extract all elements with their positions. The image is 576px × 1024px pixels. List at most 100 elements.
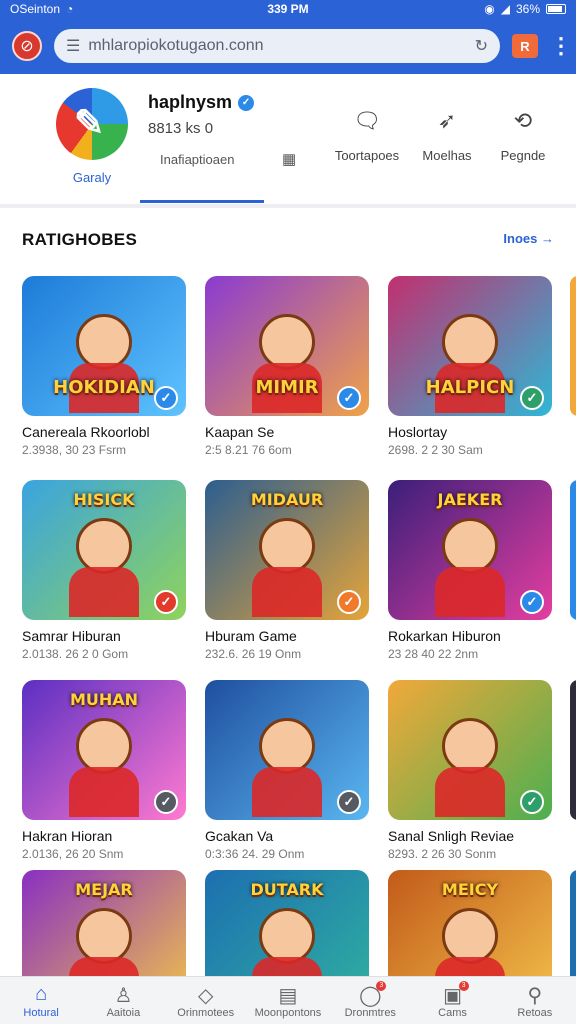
game-title[interactable]: Hburam Game: [205, 628, 369, 644]
nav-item-calculator[interactable]: ▤ Moonpontons: [247, 977, 329, 1024]
nav-item-user[interactable]: ♙ Aaitoia: [82, 977, 164, 1024]
search-icon: ⚲: [527, 985, 543, 1007]
game-card[interactable]: MIDAUR ✓ Hburam Game 232.6. 26 19 Onm: [205, 480, 369, 661]
site-settings-icon[interactable]: ⊘: [12, 31, 42, 61]
game-title[interactable]: Canereala Rkoorlobl: [22, 424, 186, 440]
nav-item-diamond[interactable]: ◇ Orinmotees: [165, 977, 247, 1024]
character-illustration: [69, 908, 139, 1007]
game-thumbnail[interactable]: ✓: [388, 680, 552, 820]
home-icon: ⌂: [35, 983, 48, 1005]
game-title[interactable]: Rokarkan Hiburon: [388, 628, 552, 644]
game-title[interactable]: Samrar Hiburan: [22, 628, 186, 644]
game-card[interactable]: ✓ Gcakan Va 0:3:36 24. 29 Onm: [205, 680, 369, 861]
check-badge-icon[interactable]: ✓: [520, 790, 544, 814]
action-label: Moelhas: [422, 148, 472, 163]
game-meta: 2:5 8.21 76 6om: [205, 443, 292, 457]
profile-tab[interactable]: Inafiaptioaen: [160, 152, 234, 167]
nav-label: Dronmtres: [344, 1007, 396, 1019]
check-badge-icon[interactable]: ✓: [337, 790, 361, 814]
game-card[interactable]: HALPICN ✓ Hoslortay 2698. 2 2 30 Sam: [388, 276, 552, 457]
game-title[interactable]: Kaapan Se: [205, 424, 369, 440]
game-thumbnail[interactable]: MIDAUR ✓: [205, 480, 369, 620]
section-title: RATIGHOBES: [22, 230, 138, 249]
game-title[interactable]: Hakran Hioran: [22, 828, 186, 844]
calculator-icon: ▤: [278, 985, 298, 1007]
action-reply[interactable]: ⟲ Pegnde: [486, 108, 560, 163]
game-card[interactable]: HOKIDIAN ✓ Canereala Rkoorlobl 2.3938, 30 2…: [22, 276, 186, 457]
game-card[interactable]: HISICK ✓ Samrar Hiburan 2.0138. 26 2 0 Gom: [22, 480, 186, 661]
address-bar[interactable]: ☰ mhlaropiokotugaon.conn ↻: [54, 29, 500, 63]
active-tab-indicator: [140, 200, 264, 203]
share-icon: ➶: [437, 108, 457, 133]
game-card[interactable]: MUHAN ✓ Hakran Hioran 2.0136, 26 20 Snm: [22, 680, 186, 861]
game-thumbnail[interactable]: MUHAN ✓: [22, 680, 186, 820]
url-text[interactable]: mhlaropiokotugaon.conn: [88, 37, 466, 55]
game-title[interactable]: Sanal Snligh Reviae: [388, 828, 552, 844]
peek-card[interactable]: [570, 680, 576, 820]
nav-label: Retoas: [517, 1007, 553, 1019]
game-logo-text: MEICY: [441, 880, 499, 899]
game-thumbnail[interactable]: MIMIR ✓: [205, 276, 369, 416]
game-meta: 2698. 2 2 30 Sam: [388, 443, 483, 457]
extension-icon[interactable]: R: [512, 34, 538, 58]
game-thumbnail[interactable]: HOKIDIAN ✓: [22, 276, 186, 416]
action-share[interactable]: ➶ Moelhas: [410, 108, 484, 163]
game-card[interactable]: MIMIR ✓ Kaapan Se 2:5 8.21 76 6om: [205, 276, 369, 457]
nav-item-search[interactable]: ⚲ Retoas: [494, 977, 576, 1024]
check-badge-icon[interactable]: ✓: [154, 790, 178, 814]
game-title[interactable]: Gcakan Va: [205, 828, 369, 844]
nav-item-calendar[interactable]: ▣ Cams 3: [411, 977, 493, 1024]
clock: 339 PM: [267, 2, 309, 16]
app-screen: OSeinton ◔ 339 PM ◉ ◢ 36% ⊘ ☰ mhlaropiok…: [0, 0, 576, 1024]
peek-card[interactable]: [570, 276, 576, 416]
section-divider: [0, 204, 576, 208]
game-meta: 8293. 2 26 30 Sonm: [388, 847, 497, 861]
profile-name-row: haplnysm ✓: [148, 92, 255, 113]
profile-header: Garaly haplnysm ✓ 8813 ks 0 Inafiaptioae…: [0, 74, 576, 204]
action-label: Toortapoes: [334, 148, 400, 163]
check-badge-icon[interactable]: ✓: [337, 386, 361, 410]
bottom-navigation: ⌂ Hotural ♙ Aaitoia ◇ Orinmotees ▤ Moonpontons ◯…: [0, 976, 576, 1024]
character-illustration: [435, 518, 505, 617]
profile-name: haplnysm: [148, 92, 233, 112]
game-logo-text: MUHAN: [69, 690, 139, 709]
overflow-menu-icon[interactable]: ⋮: [550, 35, 572, 57]
game-thumbnail[interactable]: HISICK ✓: [22, 480, 186, 620]
peek-card[interactable]: [570, 480, 576, 620]
action-label: Pegnde: [500, 148, 546, 163]
browser-toolbar: ⊘ ☰ mhlaropiokotugaon.conn ↻ R ⋮: [0, 18, 576, 74]
nav-item-chat-bubble[interactable]: ◯ Dronmtres 3: [329, 977, 411, 1024]
game-title[interactable]: Hoslortay: [388, 424, 552, 440]
check-badge-icon[interactable]: ✓: [520, 386, 544, 410]
character-illustration: [69, 314, 139, 413]
check-badge-icon[interactable]: ✓: [154, 386, 178, 410]
user-icon: ♙: [114, 985, 133, 1007]
game-thumbnail[interactable]: ✓: [205, 680, 369, 820]
barcode-icon[interactable]: ▦: [282, 150, 296, 168]
game-card[interactable]: ✓ Sanal Snligh Reviae 8293. 2 26 30 Sonm: [388, 680, 552, 861]
brand-logo: [56, 88, 128, 160]
lock-icon: ☰: [66, 38, 81, 55]
chat-icon: 🗨: [353, 108, 381, 133]
nav-label: Hotural: [23, 1007, 59, 1019]
game-thumbnail[interactable]: HALPICN ✓: [388, 276, 552, 416]
reload-icon[interactable]: ↻: [475, 36, 488, 56]
game-logo-text: JAEKER: [437, 490, 503, 509]
nav-item-home[interactable]: ⌂ Hotural: [0, 977, 82, 1024]
character-illustration: [69, 518, 139, 617]
game-logo-text: HISICK: [73, 490, 135, 509]
game-thumbnail[interactable]: JAEKER ✓: [388, 480, 552, 620]
game-meta: 2.0138. 26 2 0 Gom: [22, 647, 129, 661]
nav-label: Orinmotees: [177, 1007, 235, 1019]
check-badge-icon[interactable]: ✓: [154, 590, 178, 614]
action-chat[interactable]: 🗨 Toortapoes: [330, 108, 404, 163]
check-badge-icon[interactable]: ✓: [337, 590, 361, 614]
check-badge-icon[interactable]: ✓: [520, 590, 544, 614]
notification-dot: 3: [376, 981, 387, 991]
see-more-link[interactable]: Inoes →: [503, 231, 554, 246]
game-card[interactable]: JAEKER ✓ Rokarkan Hiburon 23 28 40 22 2nm: [388, 480, 552, 661]
character-illustration: [252, 314, 322, 413]
game-meta: 232.6. 26 19 Onm: [205, 647, 302, 661]
game-meta: 0:3:36 24. 29 Onm: [205, 847, 305, 861]
profile-stats: 8813 ks 0: [148, 120, 214, 137]
